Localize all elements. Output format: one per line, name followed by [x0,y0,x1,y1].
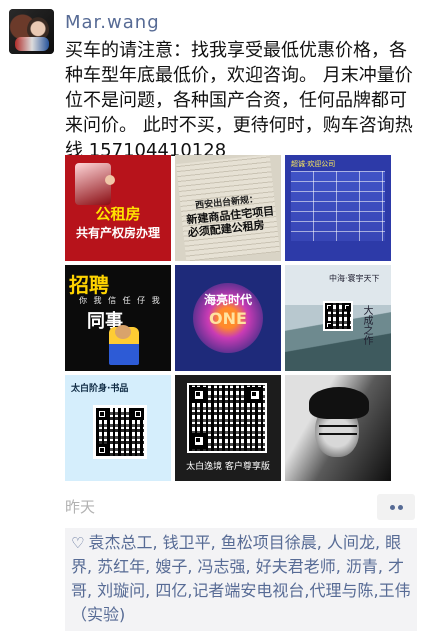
photo-8-qr-code [187,383,267,453]
more-options-button[interactable] [377,494,415,520]
photo-2[interactable]: 西安出台新规： 新建商品住宅项目 必须配建公租房 [175,155,281,261]
photo-4-head [115,325,131,339]
photo-3-title: 超诚·欢迎公司 [291,160,336,168]
photo-6[interactable]: 中海·寰宇天下 大成之作 [285,265,391,371]
photo-4-sub: 你 我 信 任 仔 我 [79,296,162,305]
photo-1-line2: 共有产权房办理 [75,226,160,240]
likes-list: ♡ 袁杰总工, 钱卫平, 鱼松项目徐晨, 人间龙, 眼界, 苏红年, 嫂子, 冯志… [65,528,417,631]
photo-3-table [291,171,385,241]
photo-5[interactable]: 海亮时代 ONE [175,265,281,371]
photo-7[interactable]: 太白阶身·书品 [65,375,171,481]
photo-1-line1: 公租房 [95,205,141,223]
dot-icon [390,505,395,510]
dot-icon [398,505,403,510]
photo-8-caption: 太白逸境 客户尊享版 [186,462,270,472]
image-grid: 公租房 共有产权房办理 西安出台新规： 新建商品住宅项目 必须配建公租房 超诚·… [65,155,391,481]
photo-1-picture [75,163,111,205]
likes-names[interactable]: 袁杰总工, 钱卫平, 鱼松项目徐晨, 人间龙, 眼界, 苏红年, 嫂子, 冯志强… [71,533,411,624]
photo-5-line1: 海亮时代 [203,293,252,307]
username[interactable]: Mar.wang [65,12,160,33]
avatar[interactable] [9,9,54,54]
photo-9-hair [309,387,369,419]
post-time: 昨天 [65,498,96,516]
photo-4[interactable]: 招聘 你 我 信 任 仔 我 同事 [65,265,171,371]
photo-9-glasses [319,425,357,435]
photo-6-vertical: 大成之作 [361,305,372,345]
photo-9[interactable] [285,375,391,481]
photo-6-qr-code [323,301,353,331]
heart-icon: ♡ [71,534,85,552]
photo-8[interactable]: 太白逸境 客户尊享版 [175,375,281,481]
photo-5-line2: ONE [209,309,247,328]
photo-7-qr-code [93,405,147,459]
moments-post: Mar.wang 买车的请注意：找我享受最低优惠价格，各种车型年底最低价，欢迎咨… [0,0,434,638]
photo-7-title: 太白阶身·书品 [71,384,129,394]
avatar-car [15,37,49,51]
post-content: 买车的请注意：找我享受最低优惠价格，各种车型年底最低价，欢迎咨询。 月末冲量价位… [65,40,413,161]
photo-4-title: 招聘 [69,273,109,297]
photo-3[interactable]: 超诚·欢迎公司 [285,155,391,261]
photo-1-hand [105,175,115,185]
photo-6-title: 中海·寰宇天下 [329,274,380,283]
photo-1[interactable]: 公租房 共有产权房办理 [65,155,171,261]
